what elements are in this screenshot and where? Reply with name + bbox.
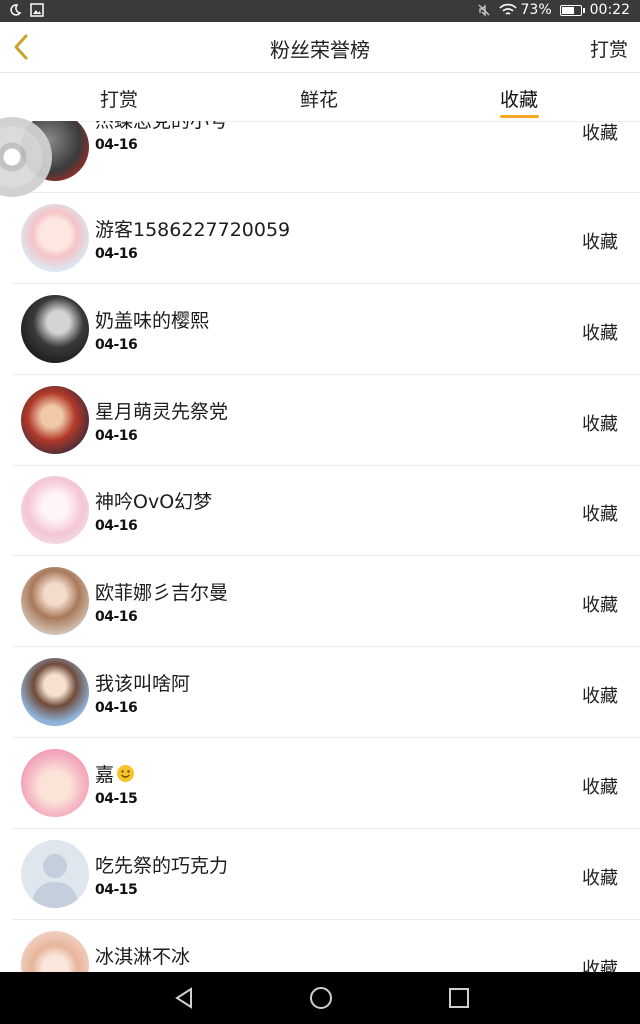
fan-name: 游客1586227720059 <box>95 219 291 241</box>
circle-home-icon <box>310 987 332 1009</box>
fan-name: 吃先祭的巧克力 <box>95 855 229 877</box>
avatar <box>21 476 89 544</box>
list-item[interactable]: 神吟OvO幻梦 04-16 收藏 <box>0 465 640 556</box>
page-title: 粉丝荣誉榜 <box>270 38 370 62</box>
fan-action: 收藏 <box>582 777 618 798</box>
fan-name: 欧菲娜彡吉尔曼 <box>95 582 229 604</box>
mute-icon <box>477 3 491 17</box>
fan-action: 收藏 <box>582 123 618 144</box>
square-recents-icon <box>449 988 469 1008</box>
fan-action: 收藏 <box>582 232 618 253</box>
smiley-icon <box>116 764 135 788</box>
fan-date: 04-16 <box>95 609 138 625</box>
fan-name: 杰蝶恋党的小号 <box>95 121 229 132</box>
list-item[interactable]: 游客1586227720059 04-16 收藏 <box>0 193 640 284</box>
avatar <box>21 931 89 972</box>
fan-name: 嘉 <box>95 760 135 788</box>
fan-action: 收藏 <box>582 595 618 616</box>
avatar <box>21 840 89 908</box>
avatar <box>21 567 89 635</box>
avatar <box>21 295 89 363</box>
list-item[interactable]: 星月萌灵先祭党 04-16 收藏 <box>0 375 640 466</box>
list-item[interactable]: 吃先祭的巧克力 04-15 收藏 <box>0 829 640 920</box>
avatar <box>21 658 89 726</box>
list-item[interactable]: 嘉 04-15 收藏 <box>0 738 640 829</box>
fan-date: 04-16 <box>95 137 138 153</box>
system-nav-bar <box>0 972 640 1024</box>
status-bar: 73% 00:22 <box>0 0 640 22</box>
tab-flowers[interactable]: 鲜花 <box>300 85 338 112</box>
fan-name: 冰淇淋不冰 <box>95 946 191 968</box>
fan-name: 奶盖味的樱熙 <box>95 310 210 332</box>
fan-date: 04-15 <box>95 882 138 898</box>
nav-recents-button[interactable] <box>447 986 471 1010</box>
active-tab-indicator <box>500 115 539 118</box>
app-header: 粉丝荣誉榜 打赏 <box>0 22 640 73</box>
battery-percent: 73% <box>520 2 552 18</box>
moon-icon <box>8 3 22 17</box>
nav-back-button[interactable] <box>172 986 196 1010</box>
list-item[interactable]: 奶盖味的樱熙 04-16 收藏 <box>0 284 640 375</box>
fan-action: 收藏 <box>582 868 618 889</box>
avatar <box>21 386 89 454</box>
fan-action: 收藏 <box>582 959 618 972</box>
battery-icon <box>559 4 585 16</box>
fan-name-text: 嘉 <box>95 764 115 786</box>
list-item[interactable]: 欧菲娜彡吉尔曼 04-16 收藏 <box>0 556 640 647</box>
wifi-icon <box>498 3 517 17</box>
avatar <box>21 749 89 817</box>
fan-action: 收藏 <box>582 504 618 525</box>
fan-date: 04-16 <box>95 337 138 353</box>
fan-name: 神吟OvO幻梦 <box>95 491 213 513</box>
triangle-back-icon <box>175 987 192 1009</box>
fan-action: 收藏 <box>582 414 618 435</box>
list-item[interactable]: 杰蝶恋党的小号 04-16 收藏 <box>0 121 640 193</box>
avatar <box>21 204 89 272</box>
list-item[interactable]: 冰淇淋不冰 收藏 <box>0 920 640 972</box>
nav-home-button[interactable] <box>309 986 333 1010</box>
fan-action: 收藏 <box>582 323 618 344</box>
reward-button[interactable]: 打赏 <box>590 35 628 62</box>
fan-action: 收藏 <box>582 686 618 707</box>
default-user-icon <box>31 854 79 908</box>
fan-name: 我该叫啥阿 <box>95 673 191 695</box>
fan-date: 04-15 <box>95 791 138 807</box>
tab-bar: 打赏 鲜花 收藏 <box>0 73 640 122</box>
tab-favorites[interactable]: 收藏 <box>500 85 538 112</box>
tab-reward[interactable]: 打赏 <box>100 85 138 112</box>
fan-list[interactable]: 杰蝶恋党的小号 04-16 收藏 游客1586227720059 04-16 收… <box>0 121 640 972</box>
clock: 00:22 <box>589 2 630 18</box>
fan-date: 04-16 <box>95 428 138 444</box>
image-icon <box>30 3 44 17</box>
list-item[interactable]: 我该叫啥阿 04-16 收藏 <box>0 647 640 738</box>
battery-fill <box>561 6 575 14</box>
fan-name: 星月萌灵先祭党 <box>95 401 229 423</box>
fan-date: 04-16 <box>95 518 138 534</box>
fan-date: 04-16 <box>95 700 138 716</box>
fan-date: 04-16 <box>95 246 138 262</box>
